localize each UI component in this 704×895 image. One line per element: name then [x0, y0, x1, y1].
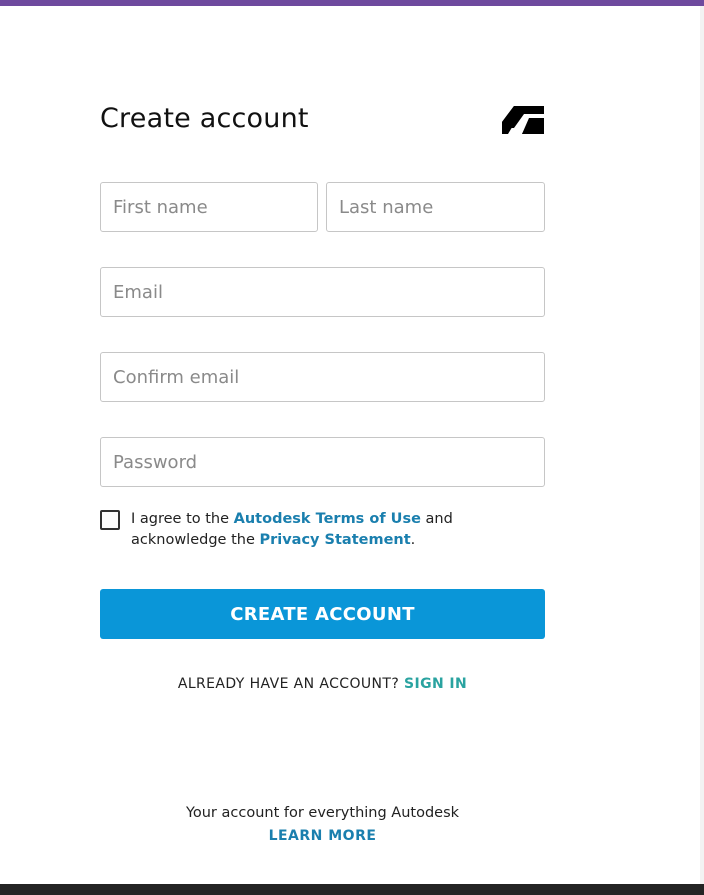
learn-more-link[interactable]: LEARN MORE	[269, 828, 377, 844]
top-accent-bar	[0, 0, 704, 6]
agreement-text-part-1: I agree to the	[131, 511, 234, 527]
last-name-input[interactable]	[326, 182, 545, 232]
learn-more-row: LEARN MORE	[100, 826, 545, 846]
bottom-bar	[0, 884, 704, 895]
password-input[interactable]	[100, 437, 545, 487]
agree-terms-checkbox[interactable]	[100, 510, 120, 530]
scrollbar-track[interactable]	[700, 6, 704, 884]
terms-of-use-link[interactable]: Autodesk Terms of Use	[234, 511, 421, 527]
agreement-text: I agree to the Autodesk Terms of Use and…	[131, 509, 531, 551]
privacy-statement-link[interactable]: Privacy Statement	[259, 532, 410, 548]
first-name-input[interactable]	[100, 182, 318, 232]
footer-tagline: Your account for everything Autodesk	[185, 805, 460, 821]
autodesk-logo-icon	[502, 106, 544, 134]
page-title: Create account	[100, 103, 309, 134]
agreement-text-part-3: .	[410, 532, 416, 548]
email-input[interactable]	[100, 267, 545, 317]
sign-in-link[interactable]: SIGN IN	[404, 676, 467, 692]
confirm-email-input[interactable]	[100, 352, 545, 402]
create-account-button[interactable]: CREATE ACCOUNT	[100, 589, 545, 639]
create-account-page: Create account I agree to the Autodesk T…	[0, 0, 704, 895]
sign-in-row: ALREADY HAVE AN ACCOUNT? SIGN IN	[100, 674, 545, 694]
sign-in-prompt: ALREADY HAVE AN ACCOUNT?	[177, 676, 405, 692]
